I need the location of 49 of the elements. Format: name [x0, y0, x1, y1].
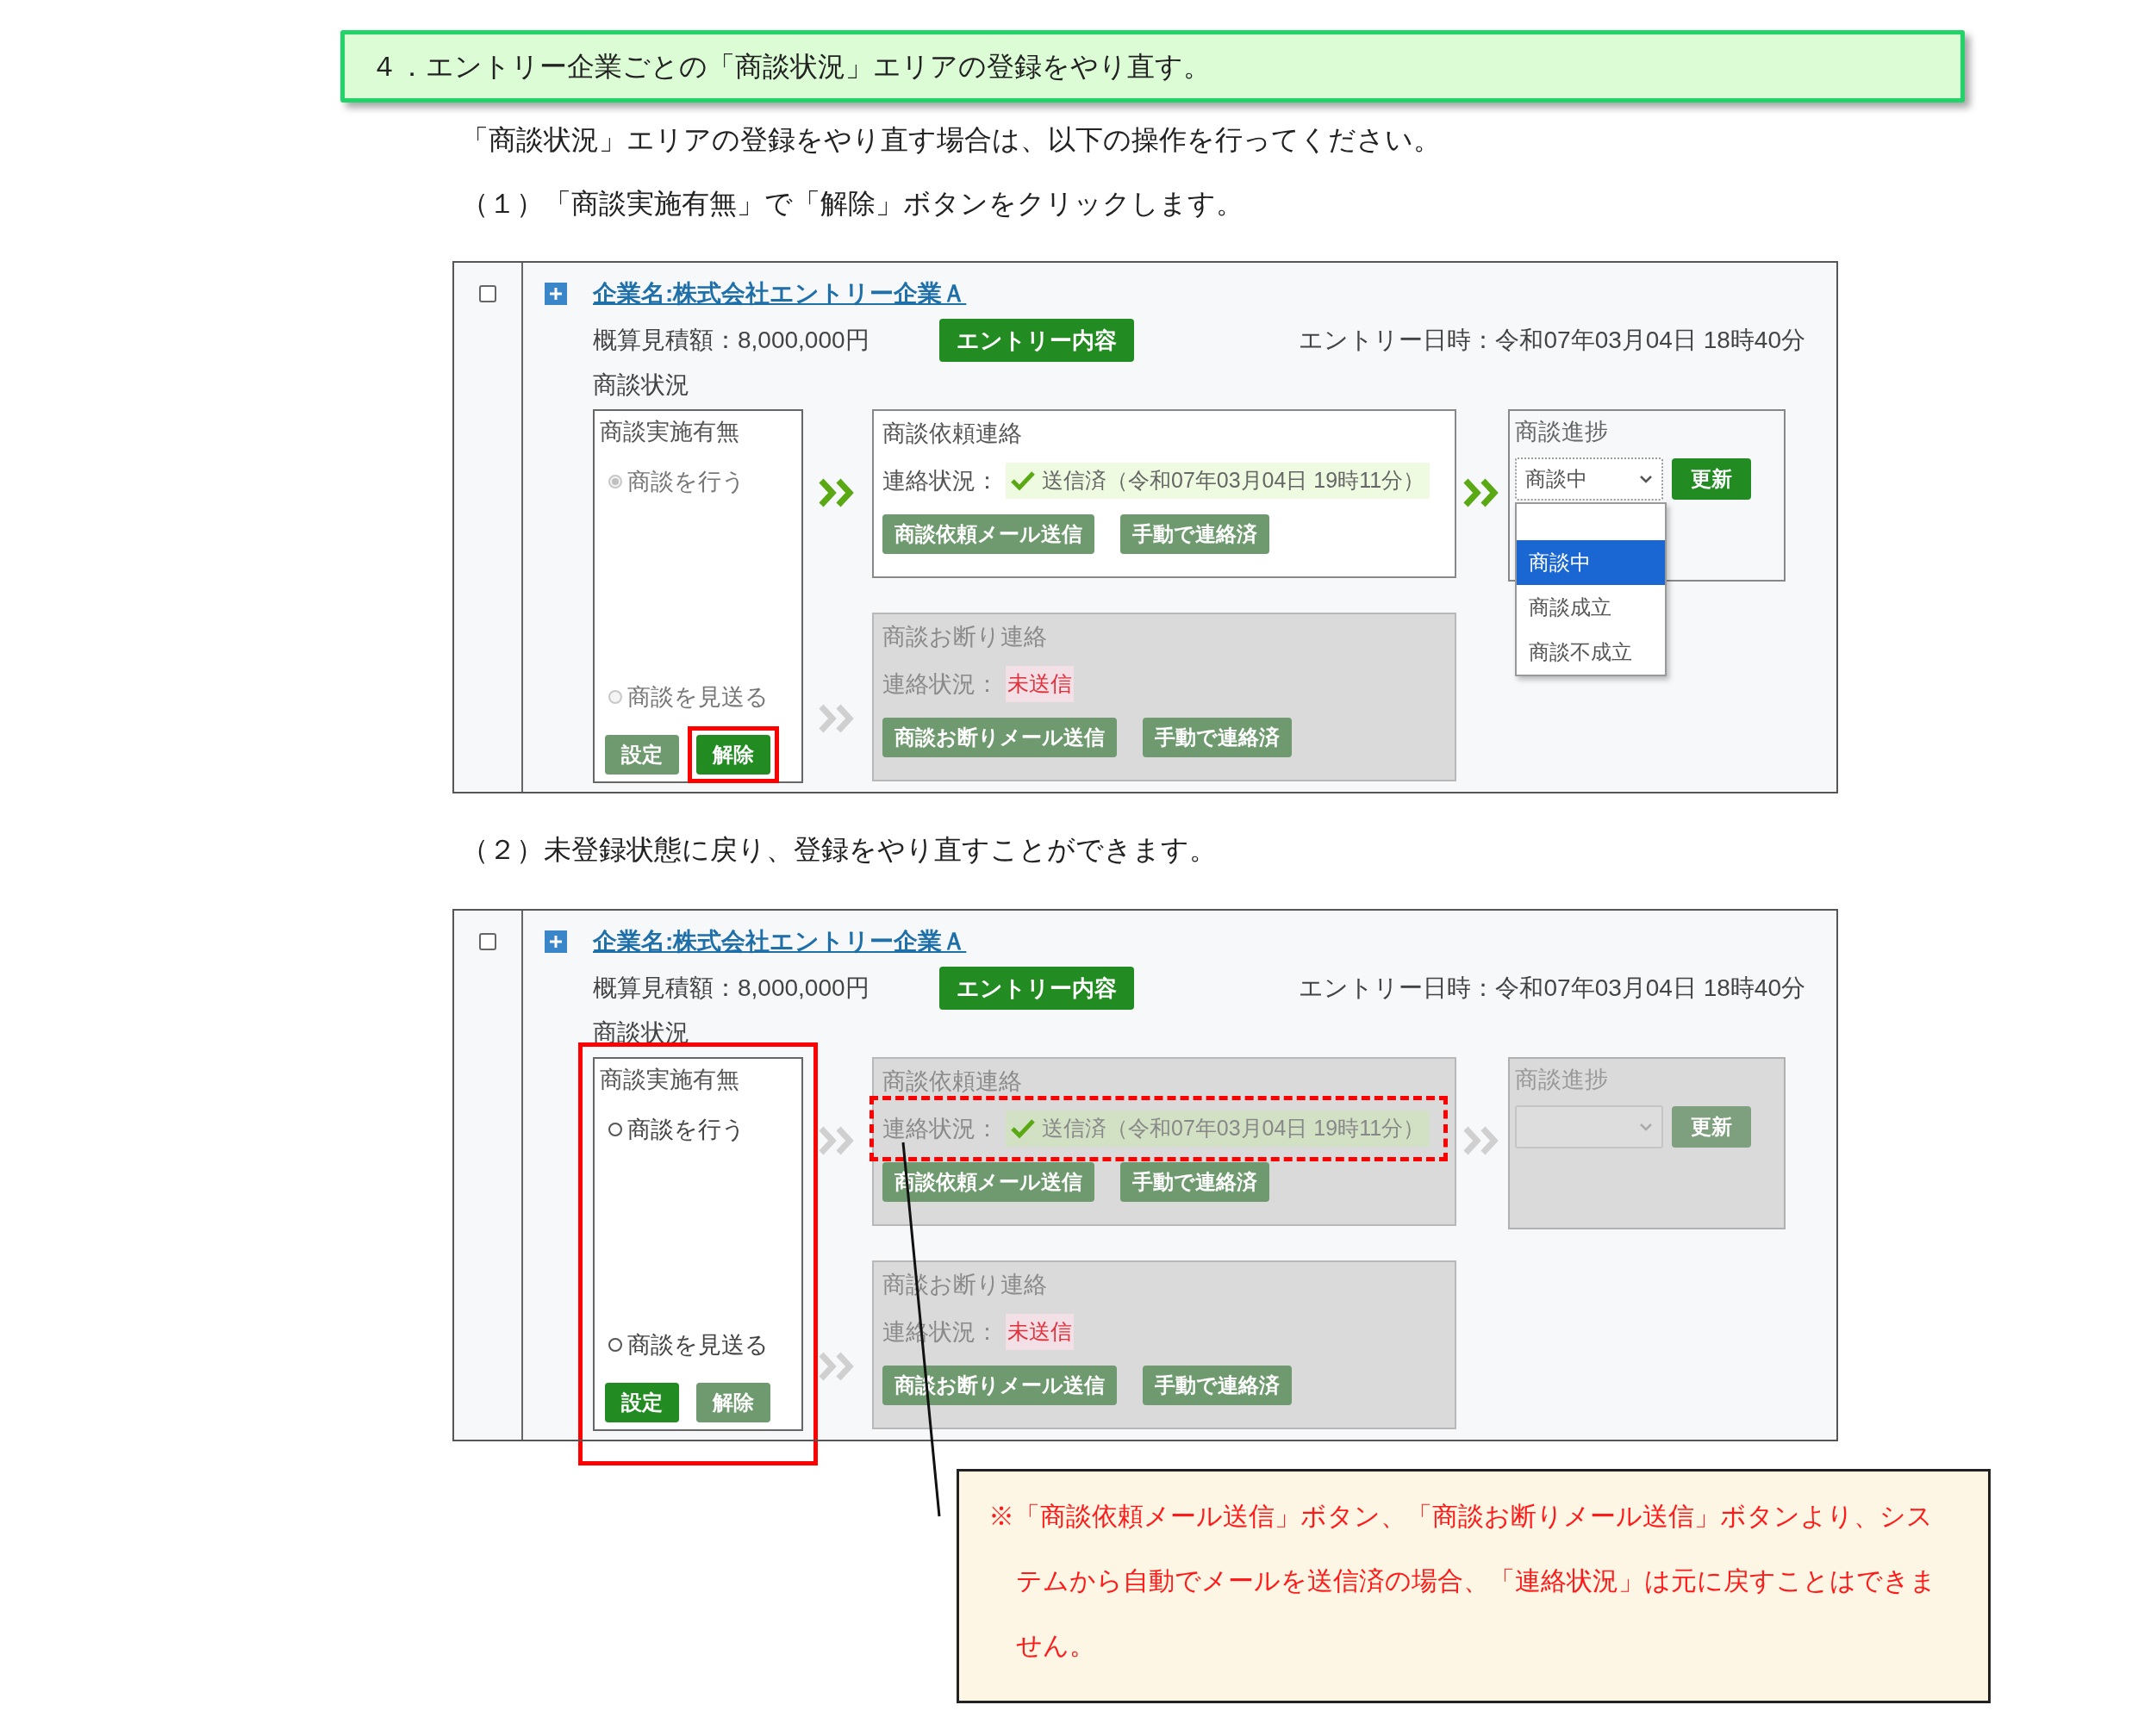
estimate-text: 概算見積額：8,000,000円	[593, 326, 870, 355]
radio-button[interactable]	[608, 1123, 622, 1137]
status-unsent: 未送信	[1006, 1314, 1074, 1350]
caret-icon	[1639, 1123, 1653, 1131]
update-button[interactable]: 更新	[1672, 458, 1751, 500]
dropdown-option[interactable]: 商談成立	[1517, 585, 1665, 630]
status-unsent: 未送信	[1006, 666, 1074, 702]
entry-details-button[interactable]: エントリー内容	[939, 967, 1134, 1010]
step-text: （２）未登録状態に戻り、登録をやり直すことができます。	[461, 833, 1217, 867]
status-dropdown[interactable]: 商談中	[1515, 457, 1663, 501]
company-link[interactable]: 企業名:株式会社エントリー企業Ａ	[593, 924, 967, 960]
step-text: （１）「商談実施有無」で「解除」ボタンをクリックします。	[461, 187, 1244, 221]
status-sent: 送信済（令和07年03月04日 19時11分）	[1006, 463, 1431, 499]
check-icon	[1011, 470, 1035, 491]
status-label: 連絡状況：	[882, 466, 999, 495]
radio-label: 商談を行う	[627, 1116, 745, 1144]
radio-label: 商談を見送る	[627, 1330, 769, 1360]
entry-details-button[interactable]: エントリー内容	[939, 319, 1134, 362]
checkbox[interactable]	[479, 933, 496, 950]
panel-title: 商談実施有無	[600, 418, 740, 446]
entry-datetime-text: エントリー日時：令和07年03月04日 18時40分	[1299, 974, 1805, 1003]
panel-button[interactable]: 設定	[605, 1383, 679, 1422]
status-label: 連絡状況：	[882, 1114, 999, 1143]
estimate-text: 概算見積額：8,000,000円	[593, 974, 870, 1003]
panel-title: 商談実施有無	[600, 1066, 740, 1094]
panel-title: 商談依頼連絡	[882, 1067, 1023, 1096]
radio-label: 商談を行う	[627, 468, 745, 496]
expand-plus-icon	[545, 283, 567, 305]
checkbox[interactable]	[479, 285, 496, 302]
panel-title: 商談お断り連絡	[882, 623, 1048, 651]
intro-text: 「商談状況」エリアの登録をやり直す場合は、以下の操作を行ってください。	[461, 123, 1441, 157]
entry-datetime-text: エントリー日時：令和07年03月04日 18時40分	[1299, 326, 1805, 355]
heading-banner: ４．エントリー企業ごとの「商談状況」エリアの登録をやり直す。	[340, 30, 1965, 103]
radio-label: 商談を見送る	[627, 682, 769, 712]
expand-plus-icon	[545, 930, 567, 953]
panel-title: 商談依頼連絡	[882, 420, 1023, 448]
caret-icon	[1639, 475, 1653, 483]
dropdown-option[interactable]: 商談中	[1517, 540, 1665, 585]
status-label: 連絡状況：	[882, 669, 999, 699]
check-icon	[1011, 1118, 1035, 1139]
panel-title: 商談進捗	[1515, 1067, 1608, 1092]
section-label: 商談状況	[592, 370, 689, 400]
note-text: ※「商談依頼メール送信」ボタン、「商談お断りメール送信」ボタンより、システムから自動でメールを送信済の場合、「連絡状況」は元に戻すことはできません。	[988, 1501, 1937, 1661]
panel-button[interactable]: 解除	[696, 735, 770, 775]
company-link[interactable]: 企業名:株式会社エントリー企業Ａ	[593, 276, 967, 312]
status-sent: 送信済（令和07年03月04日 19時11分）	[1006, 1111, 1431, 1147]
panel-title: 商談進捗	[1515, 419, 1608, 445]
radio-button[interactable]	[608, 1337, 622, 1352]
dropdown-option[interactable]: 商談不成立	[1517, 630, 1665, 675]
